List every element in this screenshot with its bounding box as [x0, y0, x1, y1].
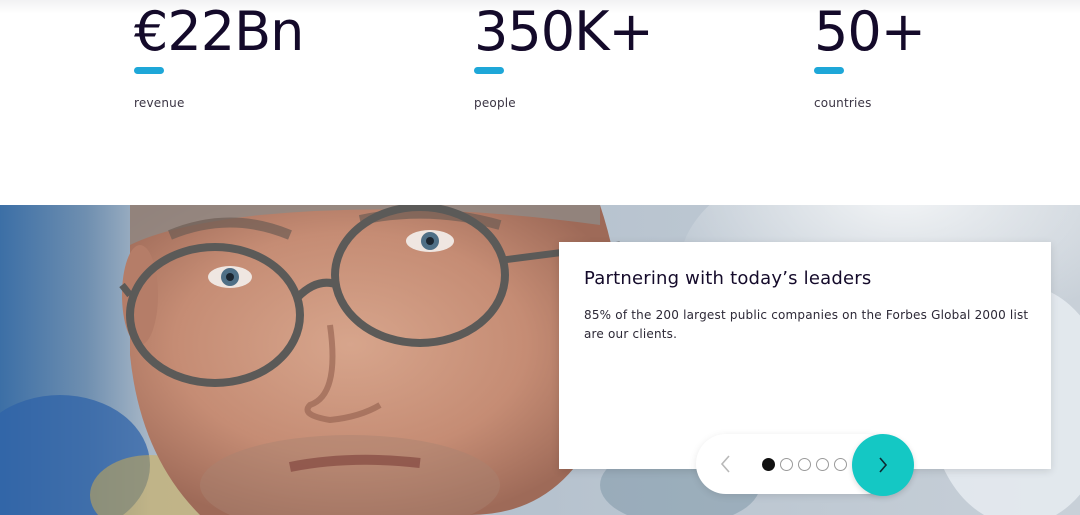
stat-label: countries	[814, 96, 872, 110]
next-button[interactable]	[852, 434, 914, 496]
stat-value: 50+	[814, 0, 926, 63]
stat-value: €22Bn	[134, 0, 304, 63]
chevron-left-icon	[720, 455, 730, 473]
stat-label: people	[474, 96, 516, 110]
carousel-dot-1[interactable]	[762, 458, 775, 471]
carousel-dot-5[interactable]	[834, 458, 847, 471]
stat-accent-bar	[474, 67, 504, 74]
carousel-dots	[762, 458, 847, 471]
stat-label: revenue	[134, 96, 185, 110]
carousel-dot-2[interactable]	[780, 458, 793, 471]
stat-accent-bar	[134, 67, 164, 74]
prev-button[interactable]	[714, 452, 738, 476]
carousel-controls	[696, 434, 914, 496]
carousel-dot-4[interactable]	[816, 458, 829, 471]
stat-accent-bar	[814, 67, 844, 74]
carousel-dot-3[interactable]	[798, 458, 811, 471]
chevron-right-icon	[879, 457, 888, 473]
card-title: Partnering with today’s leaders	[584, 268, 872, 289]
card-text: 85% of the 200 largest public companies …	[584, 308, 1029, 341]
stat-value: 350K+	[474, 0, 654, 63]
